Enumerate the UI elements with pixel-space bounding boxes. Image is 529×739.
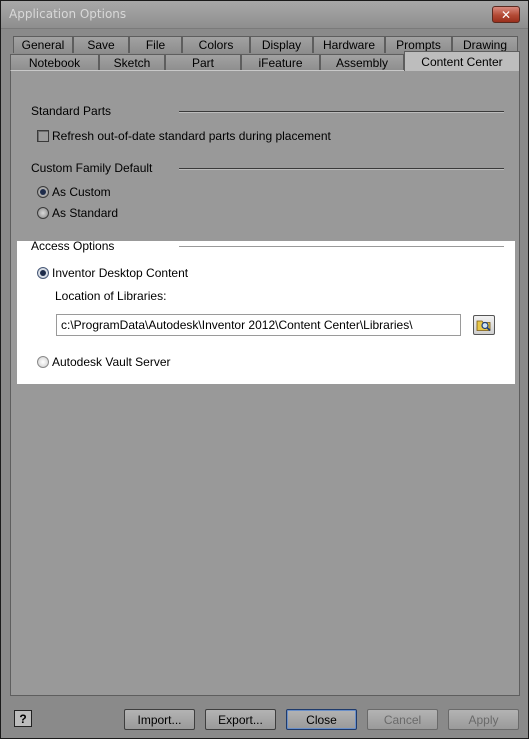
access-options-divider [179, 246, 504, 248]
export-button[interactable]: Export... [205, 709, 276, 730]
libraries-path-input[interactable]: c:\ProgramData\Autodesk\Inventor 2012\Co… [56, 314, 461, 336]
window-title: Application Options [9, 7, 127, 21]
as-custom-option[interactable]: As Custom [37, 185, 111, 199]
standard-parts-divider [179, 111, 504, 113]
apply-button[interactable]: Apply [448, 709, 519, 730]
tab-display[interactable]: Display [250, 36, 313, 53]
tab-content-center[interactable]: Content Center [404, 51, 520, 71]
tab-colors[interactable]: Colors [182, 36, 250, 53]
import-button[interactable]: Import... [124, 709, 195, 730]
custom-family-default-heading: Custom Family Default [31, 161, 153, 175]
tab-part[interactable]: Part [165, 54, 241, 71]
tab-assembly[interactable]: Assembly [320, 54, 404, 71]
access-options-heading: Access Options [31, 239, 115, 253]
standard-parts-heading: Standard Parts [31, 104, 112, 118]
as-custom-radio[interactable] [37, 186, 49, 198]
tab-general[interactable]: General [13, 36, 73, 53]
as-custom-label: As Custom [52, 185, 111, 199]
tab-file[interactable]: File [129, 36, 182, 53]
autodesk-vault-server-label: Autodesk Vault Server [52, 355, 171, 369]
close-icon[interactable]: ✕ [492, 6, 520, 23]
inventor-desktop-content-option[interactable]: Inventor Desktop Content [37, 266, 188, 280]
autodesk-vault-server-radio[interactable] [37, 356, 49, 368]
tab-sketch[interactable]: Sketch [99, 54, 165, 71]
title-bar: Application Options ✕ [1, 1, 528, 29]
location-of-libraries-label: Location of Libraries: [55, 289, 167, 303]
cancel-button[interactable]: Cancel [367, 709, 438, 730]
as-standard-option[interactable]: As Standard [37, 206, 118, 220]
refresh-standard-parts-label: Refresh out-of-date standard parts durin… [52, 129, 331, 143]
tab-notebook[interactable]: Notebook [10, 54, 99, 71]
inventor-desktop-content-label: Inventor Desktop Content [52, 266, 189, 280]
autodesk-vault-server-option[interactable]: Autodesk Vault Server [37, 355, 171, 369]
refresh-standard-parts-option[interactable]: Refresh out-of-date standard parts durin… [37, 129, 331, 143]
inventor-desktop-content-radio[interactable] [37, 267, 49, 279]
browse-folder-button[interactable] [473, 315, 495, 335]
as-standard-radio[interactable] [37, 207, 49, 219]
application-options-window: Application Options ✕ General Save File … [0, 0, 529, 739]
browse-folder-icon [476, 320, 491, 332]
tab-save[interactable]: Save [73, 36, 129, 53]
refresh-standard-parts-checkbox[interactable] [37, 130, 49, 142]
tab-hardware[interactable]: Hardware [313, 36, 385, 53]
custom-family-default-divider [179, 168, 504, 170]
as-standard-label: As Standard [52, 206, 119, 220]
tab-ifeature[interactable]: iFeature [241, 54, 320, 71]
close-button[interactable]: Close [286, 709, 357, 730]
help-icon[interactable]: ? [14, 710, 32, 727]
